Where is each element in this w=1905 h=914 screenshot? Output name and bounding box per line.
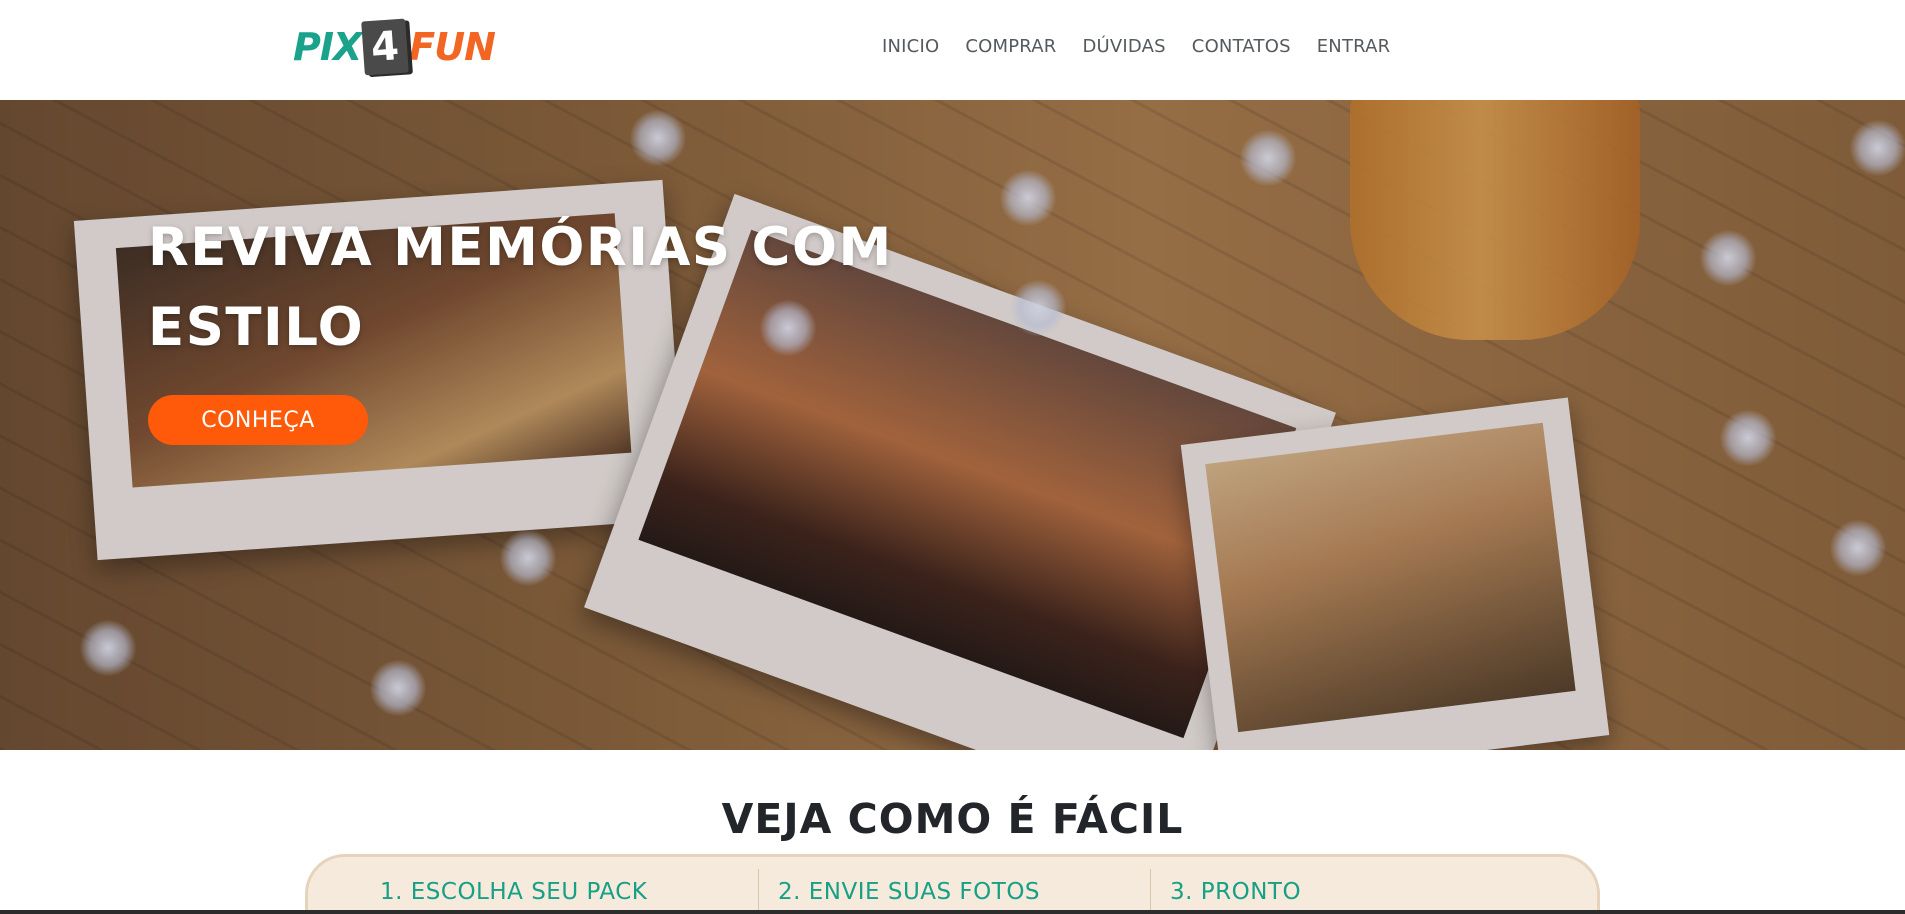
hero-title-line-2: ESTILO xyxy=(148,297,365,358)
nav-item-comprar[interactable]: COMPRAR xyxy=(965,36,1056,57)
nav-item-contatos[interactable]: CONTATOS xyxy=(1192,36,1291,57)
step-done: 3. PRONTO xyxy=(1170,879,1302,905)
hero-banner: REVIVA MEMÓRIAS COM ESTILO CONHEÇA xyxy=(0,100,1905,750)
logo-pix-text: PIX xyxy=(293,25,362,69)
step-send-photos: 2. ENVIE SUAS FOTOS xyxy=(778,879,1041,905)
main-nav: INICIO COMPRAR DÚVIDAS CONTATOS ENTRAR xyxy=(882,36,1390,57)
hero-title-line-1: REVIVA MEMÓRIAS COM xyxy=(148,217,893,278)
pix4fun-logo[interactable]: PIX 4 FUN xyxy=(293,18,496,76)
step-divider xyxy=(758,869,759,914)
steps-section-title: VEJA COMO É FÁCIL xyxy=(721,795,1184,843)
conheca-button[interactable]: CONHEÇA xyxy=(148,395,368,445)
nav-item-inicio[interactable]: INICIO xyxy=(882,36,939,57)
nav-item-duvidas[interactable]: DÚVIDAS xyxy=(1082,36,1165,57)
logo-four-badge: 4 xyxy=(361,18,410,76)
step-divider xyxy=(1150,869,1151,914)
site-header: PIX 4 FUN INICIO COMPRAR DÚVIDAS CONTATO… xyxy=(0,0,1905,100)
viewport-bottom-edge xyxy=(0,910,1905,914)
logo-fun-text: FUN xyxy=(409,25,496,69)
step-choose-pack: 1. ESCOLHA SEU PACK xyxy=(380,879,648,905)
steps-panel: 1. ESCOLHA SEU PACK 2. ENVIE SUAS FOTOS … xyxy=(305,854,1600,914)
nav-item-entrar[interactable]: ENTRAR xyxy=(1317,36,1391,57)
hero-title: REVIVA MEMÓRIAS COM ESTILO xyxy=(148,208,908,368)
